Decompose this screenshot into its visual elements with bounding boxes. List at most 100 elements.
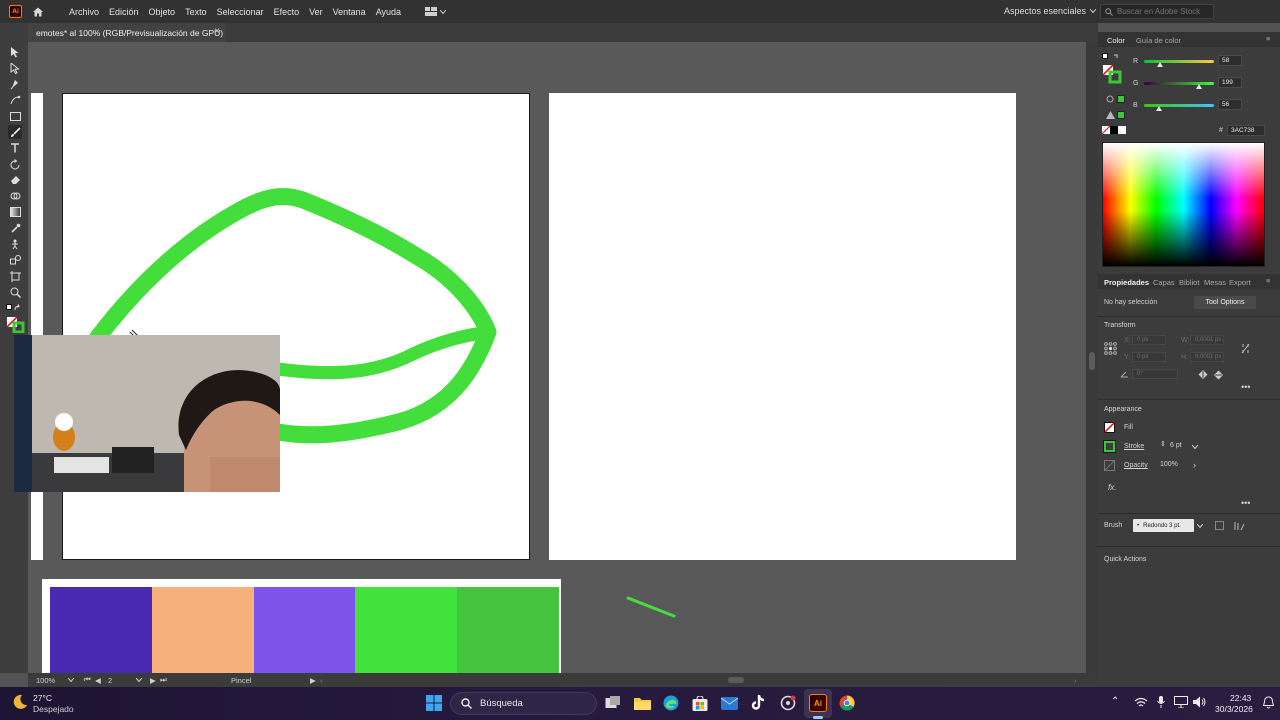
menu-efecto[interactable]: Efecto: [274, 7, 300, 17]
close-tab-icon[interactable]: ×: [214, 26, 220, 37]
chevron-down-icon[interactable]: [68, 678, 74, 682]
chevron-down-icon[interactable]: [136, 678, 142, 682]
tab-layers[interactable]: Capas: [1153, 278, 1175, 287]
arrange-documents-button[interactable]: [425, 7, 447, 16]
eraser-tool-icon[interactable]: [8, 173, 22, 187]
file-explorer-icon[interactable]: [633, 694, 651, 712]
first-artboard-icon[interactable]: ⏮: [84, 675, 91, 685]
tab-color-guide[interactable]: Guía de color: [1136, 36, 1181, 45]
channel-value-r[interactable]: 58: [1218, 55, 1242, 66]
zoom-level[interactable]: 100%: [36, 676, 55, 685]
default-colors-icon[interactable]: [6, 304, 22, 314]
pen-tool-icon[interactable]: [8, 77, 22, 91]
artboard-number[interactable]: 2: [108, 676, 112, 685]
rectangle-tool-icon[interactable]: [8, 109, 22, 123]
microphone-icon[interactable]: [1157, 696, 1165, 710]
menu-edicion[interactable]: Edición: [109, 7, 139, 17]
vertical-scrollbar[interactable]: [1086, 42, 1098, 673]
menu-objeto[interactable]: Objeto: [149, 7, 176, 17]
menu-ayuda[interactable]: Ayuda: [376, 7, 401, 17]
adobe-stock-search[interactable]: [1100, 4, 1214, 19]
blend-tool-icon[interactable]: [8, 253, 22, 267]
artboard-tool-icon[interactable]: [8, 269, 22, 283]
status-menu-arrow-icon[interactable]: ▶: [310, 676, 316, 685]
opacity-value[interactable]: 100%: [1160, 461, 1178, 468]
next-artboard-icon[interactable]: ▶: [150, 676, 156, 685]
stroke-stepper-icon[interactable]: ⇕: [1160, 440, 1166, 448]
angle-field[interactable]: 0°: [1132, 369, 1178, 379]
channel-value-g[interactable]: 199: [1218, 77, 1242, 88]
taskbar-search[interactable]: Búsqueda: [450, 692, 597, 715]
stroke-swatch[interactable]: [1103, 440, 1116, 453]
channel-slider-thumb-b[interactable]: [1156, 106, 1163, 111]
w-field[interactable]: 0,0001 px: [1190, 335, 1224, 345]
menu-seleccionar[interactable]: Seleccionar: [217, 7, 264, 17]
last-artboard-icon[interactable]: ⏭: [160, 675, 167, 685]
warning-icon[interactable]: [1106, 111, 1115, 121]
fill-stroke-swatches[interactable]: [6, 316, 28, 334]
stock-search-input[interactable]: [1117, 7, 1212, 16]
reference-point-icon[interactable]: [1104, 342, 1117, 357]
windows-start-icon[interactable]: [425, 694, 443, 712]
hex-input[interactable]: 3AC738: [1227, 125, 1265, 136]
document-tab[interactable]: emotes* al 100% (RGB/Previsualización de…: [28, 23, 226, 42]
gradient-tool-icon[interactable]: [8, 205, 22, 219]
weather-temperature[interactable]: 27°C: [33, 693, 52, 703]
opacity-icon[interactable]: [1104, 460, 1115, 471]
mail-icon[interactable]: [720, 694, 738, 712]
wifi-icon[interactable]: [1134, 697, 1148, 710]
color-swatch-3[interactable]: [253, 587, 356, 673]
task-view-icon[interactable]: [604, 694, 622, 712]
microsoft-store-icon[interactable]: [691, 694, 709, 712]
fx-icon[interactable]: fx.: [1108, 483, 1116, 492]
none-white-black-swatches[interactable]: [1101, 125, 1126, 136]
fill-label[interactable]: Fill: [1124, 424, 1133, 431]
horizontal-scroll-thumb[interactable]: [728, 677, 744, 683]
zoom-tool-icon[interactable]: [8, 285, 22, 299]
show-hidden-icons-icon[interactable]: ⌃: [1111, 696, 1119, 707]
tab-export[interactable]: Export: [1229, 278, 1251, 287]
type-tool-icon[interactable]: [8, 141, 22, 155]
flip-vertical-icon[interactable]: [1214, 370, 1223, 382]
tab-artboards[interactable]: Mesas: [1204, 278, 1226, 287]
selection-tool-icon[interactable]: [8, 45, 22, 59]
clock-date[interactable]: 30/3/2026: [1215, 704, 1253, 714]
scroll-right-icon[interactable]: ›: [1074, 676, 1077, 685]
tab-color[interactable]: Color: [1107, 36, 1125, 45]
tab-libraries[interactable]: Bibliot: [1179, 278, 1199, 287]
scroll-left-icon[interactable]: ‹: [320, 676, 323, 685]
menu-archivo[interactable]: Archivo: [69, 7, 99, 17]
chevron-right-icon[interactable]: ›: [1193, 460, 1196, 470]
weather-moon-icon[interactable]: [12, 694, 28, 712]
menu-ventana[interactable]: Ventana: [333, 7, 366, 17]
curvature-tool-icon[interactable]: [8, 93, 22, 107]
tiktok-icon[interactable]: [749, 694, 767, 712]
brush-libraries-menu-icon[interactable]: [1234, 521, 1245, 532]
channel-slider-r[interactable]: [1144, 60, 1214, 63]
tab-properties[interactable]: Propiedades: [1104, 278, 1149, 287]
weather-description[interactable]: Despejado: [33, 704, 74, 714]
fill-none-swatch[interactable]: [1104, 422, 1115, 435]
rotate-tool-icon[interactable]: [8, 157, 22, 171]
out-of-gamut-icon[interactable]: [1106, 95, 1114, 105]
gaming-app-icon[interactable]: [779, 694, 797, 712]
chrome-browser-icon[interactable]: [838, 694, 856, 712]
puppet-warp-tool-icon[interactable]: [8, 237, 22, 251]
channel-slider-b[interactable]: [1144, 104, 1214, 107]
channel-slider-thumb-g[interactable]: [1195, 84, 1202, 89]
brush-stroke-inner[interactable]: [271, 326, 493, 380]
volume-icon[interactable]: [1193, 696, 1206, 710]
previous-artboard-icon[interactable]: ◀: [95, 676, 101, 685]
color-spectrum[interactable]: [1102, 142, 1265, 267]
more-options-icon[interactable]: •••: [1241, 382, 1250, 392]
eyedropper-tool-icon[interactable]: [8, 221, 22, 235]
channel-slider-thumb-r[interactable]: [1156, 62, 1163, 67]
stroke-weight-value[interactable]: 6 pt: [1170, 442, 1182, 449]
panel-menu-icon[interactable]: ≡: [1266, 276, 1270, 285]
illustrator-taskbar-icon[interactable]: Ai: [809, 694, 827, 712]
chevron-down-icon[interactable]: [1197, 524, 1203, 528]
web-safe-swatch[interactable]: [1117, 111, 1125, 119]
home-icon[interactable]: [31, 5, 45, 19]
more-options-icon[interactable]: •••: [1241, 498, 1250, 508]
color-swatch-2[interactable]: [151, 587, 254, 673]
